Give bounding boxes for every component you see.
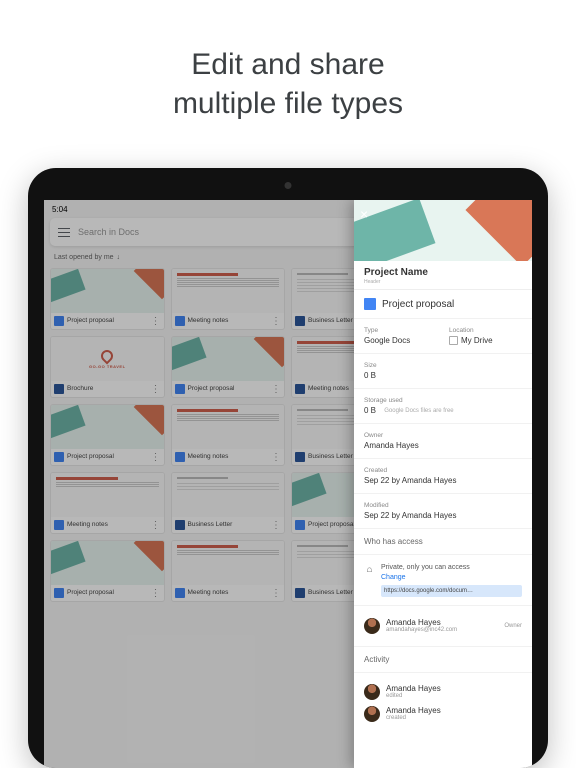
preview-title: Project Name [364,267,522,278]
owner-email: amandahayes@inc42.com [386,627,498,633]
detail-panel: × Project Name Header Project proposal T… [354,200,532,768]
drive-icon [449,336,458,345]
avatar [364,618,380,634]
activity-row: Amanda Hayes edited [364,681,522,703]
modified-label: Modified [364,502,522,509]
type-label: Type [364,327,437,334]
storage-label: Storage used [364,397,522,404]
location-value[interactable]: My Drive [449,336,522,345]
share-url[interactable]: https://docs.google.com/docum… [381,585,522,597]
owner-label: Owner [364,432,522,439]
owner-name: Amanda Hayes [386,618,498,627]
preview-subtitle: Header [364,279,522,285]
docs-icon [364,298,376,310]
activity-action: created [386,715,522,721]
avatar [364,706,380,722]
activity-name: Amanda Hayes [386,706,522,715]
activity-action: edited [386,693,522,699]
avatar [364,684,380,700]
panel-header: × Project Name Header [354,200,532,290]
type-value: Google Docs [364,336,437,345]
tablet-frame: 5:04 ●●● ⧙ 100% ▮ Search in Docs Last op… [28,168,548,768]
doc-title-row: Project proposal [354,290,532,319]
size-label: Size [364,362,522,369]
people-icon: ⩍ [364,565,375,575]
storage-note: Google Docs files are free [384,408,453,414]
activity-title: Activity [364,655,522,664]
activity-name: Amanda Hayes [386,684,522,693]
activity-row: Amanda Hayes created [364,703,522,725]
owner-value: Amanda Hayes [364,441,522,450]
screen: 5:04 ●●● ⧙ 100% ▮ Search in Docs Last op… [44,200,532,768]
access-privacy: Private, only you can access [381,563,522,573]
change-link[interactable]: Change [381,574,406,581]
hero-title: Edit and share multiple file types [173,45,403,123]
modified-value: Sep 22 by Amanda Hayes [364,511,522,520]
access-title: Who has access [364,537,522,546]
owner-row[interactable]: Amanda Hayes amandahayes@inc42.com Owner [364,614,522,638]
owner-role: Owner [504,623,522,629]
created-value: Sep 22 by Amanda Hayes [364,476,522,485]
location-label: Location [449,327,522,334]
size-value: 0 B [364,371,522,380]
created-label: Created [364,467,522,474]
close-icon[interactable]: × [360,206,368,222]
storage-value: 0 B Google Docs files are free [364,406,522,415]
doc-title: Project proposal [382,299,454,310]
